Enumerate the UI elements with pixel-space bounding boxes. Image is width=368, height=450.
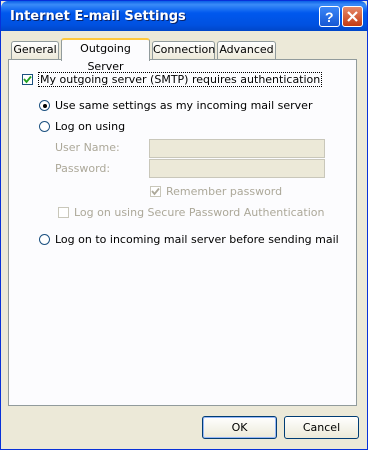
check-icon <box>23 75 32 84</box>
cancel-button[interactable]: Cancel <box>284 416 359 439</box>
smtp-auth-label: My outgoing server (SMTP) requires authe… <box>38 72 323 87</box>
radio-log-on-using[interactable]: Log on using <box>39 120 125 133</box>
radio-button[interactable] <box>39 234 50 245</box>
ok-button[interactable]: OK <box>202 416 277 439</box>
tab-general[interactable]: General <box>11 41 59 59</box>
checkbox-box[interactable] <box>22 74 33 85</box>
spa-label: Log on using Secure Password Authenticat… <box>74 206 325 219</box>
spa-checkbox[interactable]: Log on using Secure Password Authenticat… <box>58 206 325 219</box>
remember-password-label: Remember password <box>166 185 283 198</box>
log-on-using-label: Log on using <box>55 120 126 133</box>
radio-log-on-incoming[interactable]: Log on to incoming mail server before se… <box>39 233 339 246</box>
title-bar[interactable]: Internet E-mail Settings ? <box>1 1 367 31</box>
help-button[interactable]: ? <box>319 6 340 27</box>
log-on-incoming-label: Log on to incoming mail server before se… <box>55 233 339 246</box>
checkbox-box[interactable] <box>58 207 69 218</box>
window-title: Internet E-mail Settings <box>10 9 186 24</box>
check-icon <box>151 187 160 196</box>
tab-advanced[interactable]: Advanced <box>217 41 276 59</box>
dialog-window: Internet E-mail Settings ? General Outgo… <box>0 0 368 450</box>
tab-panel: My outgoing server (SMTP) requires authe… <box>8 59 357 406</box>
radio-button[interactable] <box>39 100 50 111</box>
smtp-auth-checkbox[interactable]: My outgoing server (SMTP) requires authe… <box>22 72 323 87</box>
tab-connection[interactable]: Connection <box>152 41 215 59</box>
close-button[interactable] <box>342 6 363 27</box>
remember-password-checkbox[interactable]: Remember password <box>150 185 282 198</box>
same-settings-label: Use same settings as my incoming mail se… <box>55 99 313 112</box>
svg-text:?: ? <box>325 9 334 25</box>
checkbox-box[interactable] <box>150 186 161 197</box>
tab-outgoing-server[interactable]: Outgoing Server <box>61 38 150 73</box>
radio-same-settings[interactable]: Use same settings as my incoming mail se… <box>39 99 312 112</box>
radio-button[interactable] <box>39 121 50 132</box>
close-icon <box>347 11 358 22</box>
password-input[interactable] <box>149 159 325 178</box>
password-label: Password: <box>55 162 111 175</box>
question-icon: ? <box>325 9 334 25</box>
user-name-label: User Name: <box>55 141 120 154</box>
user-name-input[interactable] <box>149 139 325 158</box>
